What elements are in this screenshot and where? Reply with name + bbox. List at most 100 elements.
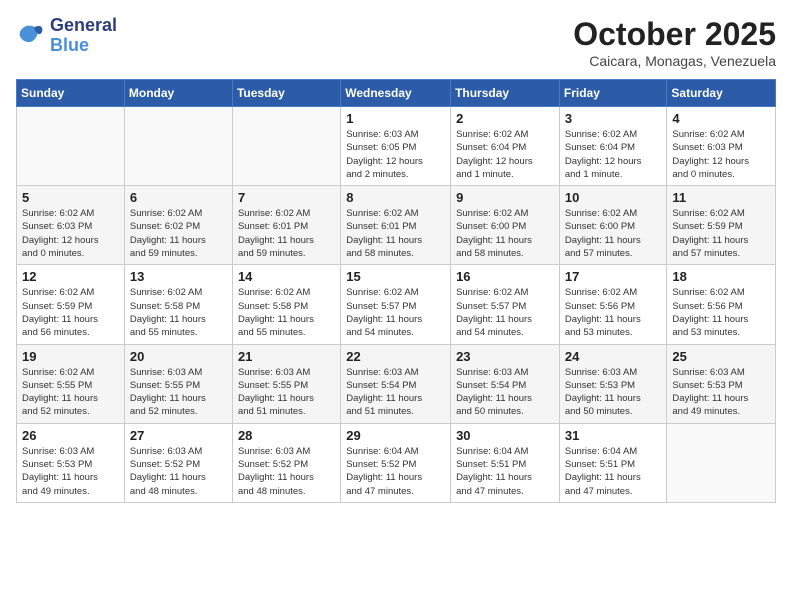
calendar-cell: 18 Sunrise: 6:02 AM Sunset: 5:56 PM Dayli… (667, 265, 776, 344)
day-number: 14 (238, 269, 335, 284)
weekday-header-row: SundayMondayTuesdayWednesdayThursdayFrid… (17, 80, 776, 107)
calendar-cell: 13 Sunrise: 6:02 AM Sunset: 5:58 PM Dayli… (124, 265, 232, 344)
day-number: 9 (456, 190, 554, 205)
day-info: Sunrise: 6:02 AM Sunset: 6:01 PM Dayligh… (238, 207, 335, 260)
day-info: Sunrise: 6:02 AM Sunset: 5:58 PM Dayligh… (238, 286, 335, 339)
weekday-header-monday: Monday (124, 80, 232, 107)
calendar-table: SundayMondayTuesdayWednesdayThursdayFrid… (16, 79, 776, 503)
day-info: Sunrise: 6:03 AM Sunset: 5:53 PM Dayligh… (672, 366, 770, 419)
day-info: Sunrise: 6:03 AM Sunset: 5:54 PM Dayligh… (346, 366, 445, 419)
calendar-cell: 28 Sunrise: 6:03 AM Sunset: 5:52 PM Dayli… (232, 423, 340, 502)
calendar-cell: 17 Sunrise: 6:02 AM Sunset: 5:56 PM Dayli… (559, 265, 667, 344)
day-number: 17 (565, 269, 662, 284)
calendar-cell: 10Sunrise: 6:02 AM Sunset: 6:00 PM Dayli… (559, 186, 667, 265)
day-info: Sunrise: 6:02 AM Sunset: 5:59 PM Dayligh… (22, 286, 119, 339)
day-number: 3 (565, 111, 662, 126)
calendar-cell: 16 Sunrise: 6:02 AM Sunset: 5:57 PM Dayli… (451, 265, 560, 344)
day-info: Sunrise: 6:02 AM Sunset: 6:01 PM Dayligh… (346, 207, 445, 260)
calendar-cell: 2 Sunrise: 6:02 AM Sunset: 6:04 PM Daylig… (451, 107, 560, 186)
calendar-cell: 3 Sunrise: 6:02 AM Sunset: 6:04 PM Daylig… (559, 107, 667, 186)
day-info: Sunrise: 6:02 AM Sunset: 5:56 PM Dayligh… (565, 286, 662, 339)
day-info: Sunrise: 6:02 AM Sunset: 6:00 PM Dayligh… (456, 207, 554, 260)
logo-text: General Blue (50, 16, 117, 56)
day-info: Sunrise: 6:02 AM Sunset: 6:02 PM Dayligh… (130, 207, 227, 260)
day-number: 11 (672, 190, 770, 205)
calendar-cell: 30 Sunrise: 6:04 AM Sunset: 5:51 PM Dayli… (451, 423, 560, 502)
calendar-cell: 6Sunrise: 6:02 AM Sunset: 6:02 PM Daylig… (124, 186, 232, 265)
day-number: 24 (565, 349, 662, 364)
day-info: Sunrise: 6:02 AM Sunset: 5:59 PM Dayligh… (672, 207, 770, 260)
day-info: Sunrise: 6:02 AM Sunset: 6:04 PM Dayligh… (565, 128, 662, 181)
day-info: Sunrise: 6:03 AM Sunset: 5:52 PM Dayligh… (238, 445, 335, 498)
day-number: 26 (22, 428, 119, 443)
calendar-cell: 21Sunrise: 6:03 AM Sunset: 5:55 PM Dayli… (232, 344, 340, 423)
weekday-header-sunday: Sunday (17, 80, 125, 107)
calendar-cell: 7 Sunrise: 6:02 AM Sunset: 6:01 PM Daylig… (232, 186, 340, 265)
day-number: 8 (346, 190, 445, 205)
day-number: 28 (238, 428, 335, 443)
calendar-cell: 25 Sunrise: 6:03 AM Sunset: 5:53 PM Dayli… (667, 344, 776, 423)
calendar-cell: 26 Sunrise: 6:03 AM Sunset: 5:53 PM Dayli… (17, 423, 125, 502)
day-info: Sunrise: 6:02 AM Sunset: 6:04 PM Dayligh… (456, 128, 554, 181)
day-number: 2 (456, 111, 554, 126)
day-info: Sunrise: 6:02 AM Sunset: 5:58 PM Dayligh… (130, 286, 227, 339)
calendar-cell: 29 Sunrise: 6:04 AM Sunset: 5:52 PM Dayli… (341, 423, 451, 502)
day-number: 27 (130, 428, 227, 443)
calendar-cell (124, 107, 232, 186)
day-number: 31 (565, 428, 662, 443)
logo: General Blue (16, 16, 117, 56)
day-number: 20 (130, 349, 227, 364)
calendar-cell: 8 Sunrise: 6:02 AM Sunset: 6:01 PM Daylig… (341, 186, 451, 265)
day-number: 15 (346, 269, 445, 284)
calendar-cell: 5 Sunrise: 6:02 AM Sunset: 6:03 PM Daylig… (17, 186, 125, 265)
calendar-cell: 4Sunrise: 6:02 AM Sunset: 6:03 PM Daylig… (667, 107, 776, 186)
day-info: Sunrise: 6:04 AM Sunset: 5:52 PM Dayligh… (346, 445, 445, 498)
day-info: Sunrise: 6:03 AM Sunset: 5:54 PM Dayligh… (456, 366, 554, 419)
day-number: 29 (346, 428, 445, 443)
day-info: Sunrise: 6:02 AM Sunset: 5:57 PM Dayligh… (456, 286, 554, 339)
weekday-header-saturday: Saturday (667, 80, 776, 107)
calendar-cell: 1Sunrise: 6:03 AM Sunset: 6:05 PM Daylig… (341, 107, 451, 186)
day-info: Sunrise: 6:03 AM Sunset: 6:05 PM Dayligh… (346, 128, 445, 181)
day-number: 12 (22, 269, 119, 284)
calendar-week-row: 1Sunrise: 6:03 AM Sunset: 6:05 PM Daylig… (17, 107, 776, 186)
calendar-cell: 19 Sunrise: 6:02 AM Sunset: 5:55 PM Dayli… (17, 344, 125, 423)
calendar-cell: 27Sunrise: 6:03 AM Sunset: 5:52 PM Dayli… (124, 423, 232, 502)
day-number: 5 (22, 190, 119, 205)
month-title: October 2025 (573, 16, 776, 53)
page-header: General Blue October 2025 Caicara, Monag… (16, 16, 776, 69)
day-info: Sunrise: 6:02 AM Sunset: 6:03 PM Dayligh… (22, 207, 119, 260)
day-info: Sunrise: 6:04 AM Sunset: 5:51 PM Dayligh… (565, 445, 662, 498)
weekday-header-friday: Friday (559, 80, 667, 107)
day-info: Sunrise: 6:02 AM Sunset: 5:55 PM Dayligh… (22, 366, 119, 419)
day-number: 18 (672, 269, 770, 284)
calendar-cell (667, 423, 776, 502)
calendar-week-row: 5 Sunrise: 6:02 AM Sunset: 6:03 PM Daylig… (17, 186, 776, 265)
weekday-header-tuesday: Tuesday (232, 80, 340, 107)
day-number: 25 (672, 349, 770, 364)
calendar-cell: 9 Sunrise: 6:02 AM Sunset: 6:00 PM Daylig… (451, 186, 560, 265)
day-number: 22 (346, 349, 445, 364)
day-info: Sunrise: 6:02 AM Sunset: 5:57 PM Dayligh… (346, 286, 445, 339)
calendar-cell (17, 107, 125, 186)
day-number: 23 (456, 349, 554, 364)
day-number: 7 (238, 190, 335, 205)
calendar-week-row: 26 Sunrise: 6:03 AM Sunset: 5:53 PM Dayli… (17, 423, 776, 502)
calendar-week-row: 19 Sunrise: 6:02 AM Sunset: 5:55 PM Dayli… (17, 344, 776, 423)
calendar-cell (232, 107, 340, 186)
day-info: Sunrise: 6:03 AM Sunset: 5:53 PM Dayligh… (22, 445, 119, 498)
calendar-cell: 15 Sunrise: 6:02 AM Sunset: 5:57 PM Dayli… (341, 265, 451, 344)
calendar-cell: 14 Sunrise: 6:02 AM Sunset: 5:58 PM Dayli… (232, 265, 340, 344)
day-number: 16 (456, 269, 554, 284)
day-number: 19 (22, 349, 119, 364)
calendar-cell: 24Sunrise: 6:03 AM Sunset: 5:53 PM Dayli… (559, 344, 667, 423)
location: Caicara, Monagas, Venezuela (573, 53, 776, 69)
day-number: 13 (130, 269, 227, 284)
weekday-header-thursday: Thursday (451, 80, 560, 107)
day-info: Sunrise: 6:03 AM Sunset: 5:55 PM Dayligh… (130, 366, 227, 419)
day-info: Sunrise: 6:02 AM Sunset: 5:56 PM Dayligh… (672, 286, 770, 339)
day-info: Sunrise: 6:02 AM Sunset: 6:03 PM Dayligh… (672, 128, 770, 181)
day-number: 30 (456, 428, 554, 443)
day-info: Sunrise: 6:04 AM Sunset: 5:51 PM Dayligh… (456, 445, 554, 498)
day-info: Sunrise: 6:02 AM Sunset: 6:00 PM Dayligh… (565, 207, 662, 260)
